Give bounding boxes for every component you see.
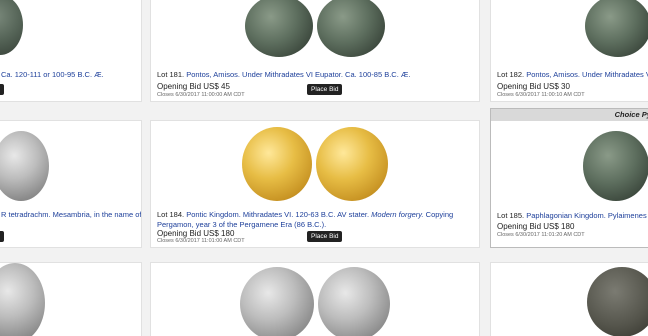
place-bid-button[interactable] <box>0 84 4 95</box>
lot-title-line2[interactable]: Pergamon, year 3 of the Pergamene Era (8… <box>157 220 326 229</box>
coin-obverse-image[interactable] <box>585 0 648 57</box>
lot-title-emphasis: Modern forgery. <box>371 210 424 219</box>
opening-bid: Opening Bid US$ 45 <box>157 82 230 91</box>
lot-title-link[interactable]: Paphlagonian Kingdom. Pylaimenes II <box>526 211 648 220</box>
lot-title-link[interactable]: Pontic Kingdom. Mithradates VI. 120-63 B… <box>186 210 369 219</box>
coin-reverse-image[interactable] <box>317 0 385 57</box>
closing-time: Closes 6/30/2017 11:00:10 AM CDT <box>497 92 585 98</box>
lot-title-link[interactable]: R tetradrachm. Mesambria, in the name of <box>1 210 141 219</box>
lot-card-181[interactable]: Lot 181. Pontos, Amisos. Under Mithradat… <box>150 0 480 102</box>
lot-card-180[interactable]: Ca. 120-111 or 100-95 B.C. Æ. <box>0 0 142 102</box>
lot-card-186[interactable] <box>0 262 142 336</box>
coin-obverse-image[interactable] <box>0 263 45 336</box>
coin-reverse-image[interactable] <box>0 131 49 201</box>
lot-number: Lot 182. <box>497 70 525 79</box>
coin-obverse-image[interactable] <box>242 127 312 201</box>
place-bid-button[interactable] <box>0 231 4 242</box>
opening-bid: Opening Bid US$ 180 <box>157 229 235 238</box>
closing-time: Closes 6/30/2017 11:00:00 AM CDT <box>157 92 245 98</box>
place-bid-button[interactable]: Place Bid <box>307 231 343 242</box>
lot-number: Lot 185. <box>497 211 525 220</box>
closing-time: Closes 6/30/2017 11:01:00 AM CDT <box>157 238 245 244</box>
lot-title-link[interactable]: Pontos, Amisos. Under Mithradates VI Eup… <box>186 70 410 79</box>
closing-time: Closes 6/30/2017 11:01:20 AM CDT <box>497 232 585 238</box>
coin-obverse-image[interactable] <box>245 0 313 57</box>
opening-bid: Opening Bid US$ 180 <box>497 222 575 231</box>
lot-title-link[interactable]: Pontos, Amisos. Under Mithradates VI <box>526 70 648 79</box>
opening-bid: Opening Bid US$ 30 <box>497 82 570 91</box>
coin-obverse-image[interactable] <box>583 131 648 201</box>
auction-grid: Ca. 120-111 or 100-95 B.C. Æ. Lot 181. P… <box>0 0 648 336</box>
lot-number: Lot 184. <box>157 210 185 219</box>
coin-reverse-image[interactable] <box>316 127 388 201</box>
lot-card-187[interactable] <box>150 262 480 336</box>
lot-card-183[interactable]: R tetradrachm. Mesambria, in the name of <box>0 120 142 248</box>
lot-card-182[interactable]: Lot 182. Pontos, Amisos. Under Mithradat… <box>490 0 648 102</box>
lot-card-185[interactable]: Choice Pyl Lot 185. Paphlagonian Kingdom… <box>490 108 648 248</box>
coin-obverse-image[interactable] <box>240 267 314 336</box>
lot-title-link[interactable]: Ca. 120-111 or 100-95 B.C. Æ. <box>1 70 104 79</box>
lot-card-188[interactable] <box>490 262 648 336</box>
coin-reverse-image[interactable] <box>0 0 23 55</box>
featured-ribbon: Choice Pyl <box>491 109 648 121</box>
lot-number: Lot 181. <box>157 70 185 79</box>
lot-card-184[interactable]: Lot 184. Pontic Kingdom. Mithradates VI.… <box>150 120 480 248</box>
place-bid-button[interactable]: Place Bid <box>307 84 343 95</box>
coin-reverse-image[interactable] <box>318 267 390 336</box>
lot-title-continued[interactable]: Copying <box>426 210 454 219</box>
coin-obverse-image[interactable] <box>587 267 648 336</box>
